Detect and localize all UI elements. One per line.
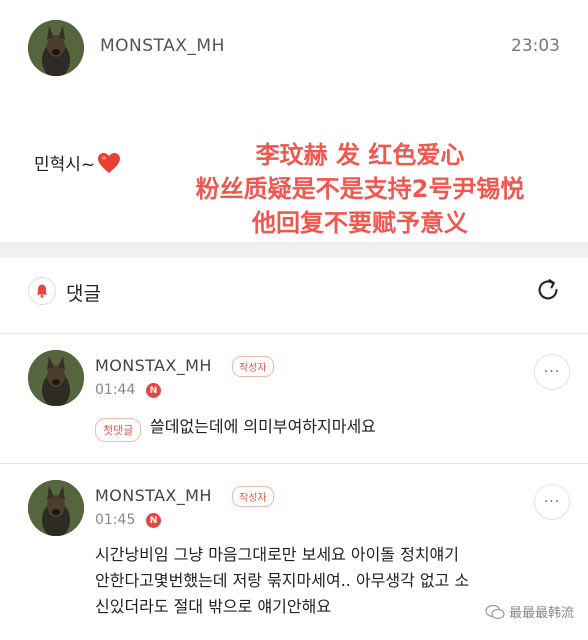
author-badge: 작성자 [232, 356, 274, 377]
post-author-name[interactable]: MONSTAX_MH [100, 36, 225, 56]
caption-line: 粉丝质疑是不是支持2号尹锡悦 [195, 175, 525, 203]
refresh-button[interactable] [530, 272, 566, 308]
comment-text-line: 시간낭비임 그냥 마음그대로만 보세요 아이돌 정치얘기 [95, 545, 459, 564]
comment-text: 쓸데없는데에 의미부여하지마세요 [150, 417, 376, 436]
first-comment-badge: 첫댓글 [95, 418, 142, 442]
bell-icon[interactable] [28, 277, 56, 305]
post-text: 민혁시~ [34, 155, 96, 175]
caption-line: 他回复不要赋予意义 [252, 209, 468, 237]
comment-author-avatar[interactable] [28, 480, 84, 536]
comment-more-button[interactable]: ··· [534, 484, 570, 520]
comment-text: 시간낭비임 그냥 마음그대로만 보세요 아이돌 정치얘기 안한다고몇번했는데 저… [95, 542, 469, 620]
comment-time: 01:44 [95, 382, 136, 398]
post-author-avatar[interactable] [28, 20, 84, 76]
comments-title: 댓글 [66, 283, 101, 305]
wechat-icon [485, 604, 505, 619]
heart-icon [97, 152, 121, 174]
comment-author-name[interactable]: MONSTAX_MH [95, 356, 212, 375]
new-badge: N [146, 383, 161, 398]
divider [0, 333, 588, 334]
caption-line: 李玟赫 发 红色爱心 [255, 141, 465, 169]
caption-overlay: 李玟赫 发 红色爱心 粉丝质疑是不是支持2号尹锡悦 他回复不要赋予意义 [170, 138, 550, 240]
avatar-image [28, 20, 84, 76]
post-body: 민혁시~ [34, 150, 121, 175]
comment-author-name[interactable]: MONSTAX_MH [95, 486, 212, 505]
watermark: 最最最韩流 [485, 602, 574, 621]
comment-time: 01:45 [95, 512, 136, 528]
comment-text-line: 신있더라도 절대 밖으로 얘기안해요 [95, 597, 332, 616]
new-badge: N [146, 513, 161, 528]
divider [0, 463, 588, 464]
comment-text-line: 안한다고몇번했는데 저랑 묶지마세여.. 아무생각 없고 소 [95, 571, 470, 590]
section-divider [0, 242, 588, 258]
comment-author-avatar[interactable] [28, 350, 84, 406]
avatar-image [28, 480, 84, 536]
comment-item: MONSTAX_MH 작성자 01:44 N ··· 첫댓글 쓸데없는데에 의미… [0, 340, 588, 460]
refresh-icon [538, 279, 558, 300]
comment-more-button[interactable]: ··· [534, 354, 570, 390]
avatar-image [28, 350, 84, 406]
author-badge: 작성자 [232, 486, 274, 507]
post-timestamp: 23:03 [511, 36, 560, 56]
watermark-text: 最最最韩流 [508, 606, 574, 621]
